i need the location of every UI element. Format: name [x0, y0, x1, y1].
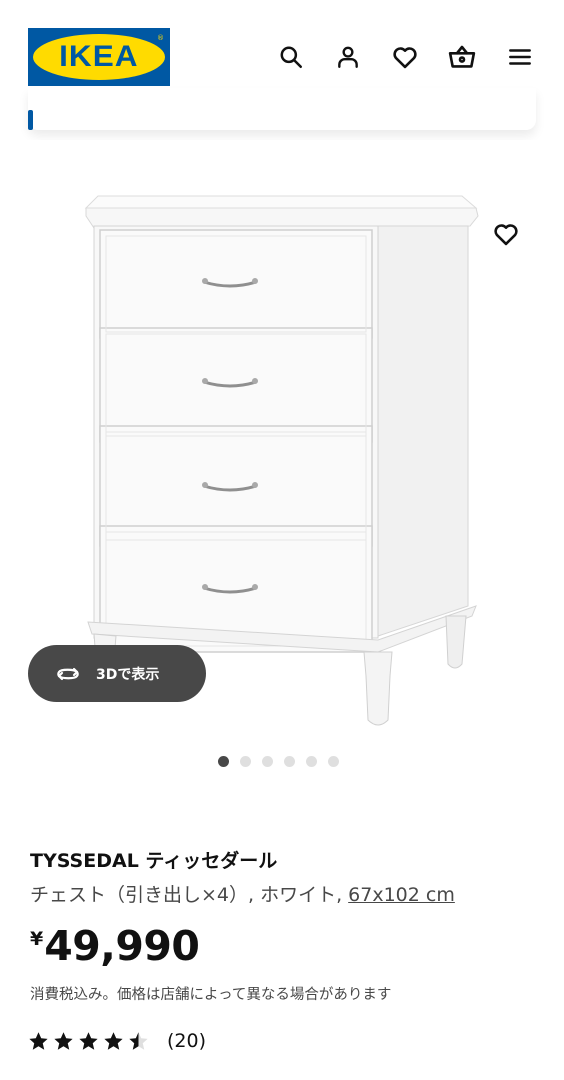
product-size-link[interactable]: 67x102 cm — [348, 884, 455, 906]
carousel-dot[interactable] — [218, 756, 229, 767]
half-star-icon — [129, 1032, 148, 1050]
product-rating[interactable]: (20) — [28, 1030, 206, 1052]
star-icon — [104, 1032, 123, 1050]
product-description-text: チェスト（引き出し×4）, ホワイト, — [30, 884, 349, 906]
view-3d-button[interactable]: 3Dで表示 — [28, 645, 206, 702]
carousel-dot[interactable] — [328, 756, 339, 767]
star-icon — [29, 1032, 48, 1050]
tax-note: 消費税込み。価格は店舗によって異なる場合があります — [30, 987, 392, 1003]
product-name: TYSSEDAL ティッセダール — [30, 850, 278, 872]
product-price: ¥ 49,990 — [30, 922, 200, 970]
carousel-dot[interactable] — [306, 756, 317, 767]
search-bar-accent — [28, 110, 33, 130]
carousel-dots — [218, 756, 339, 767]
star-icon — [79, 1032, 98, 1050]
search-bar[interactable] — [28, 88, 536, 130]
wishlist-button[interactable] — [486, 214, 526, 254]
heart-icon — [494, 224, 518, 246]
heart-icon[interactable] — [388, 40, 422, 74]
carousel-dot[interactable] — [284, 756, 295, 767]
search-icon[interactable] — [274, 40, 308, 74]
basket-icon[interactable] — [445, 40, 479, 74]
logo-text: IKEA — [59, 40, 139, 73]
view-3d-label: 3Dで表示 — [96, 666, 160, 683]
rating-stars — [28, 1031, 149, 1051]
registered-mark: ® — [157, 34, 164, 42]
menu-icon[interactable] — [503, 40, 537, 74]
account-icon[interactable] — [331, 40, 365, 74]
star-icon — [54, 1032, 73, 1050]
carousel-dot[interactable] — [240, 756, 251, 767]
product-description: チェスト（引き出し×4）, ホワイト, 67x102 cm — [30, 880, 455, 907]
rotate-360-icon — [57, 667, 79, 680]
price-currency: ¥ — [30, 928, 44, 950]
review-count: (20) — [167, 1030, 207, 1052]
carousel-dot[interactable] — [262, 756, 273, 767]
logo-ellipse: IKEA — [33, 34, 165, 80]
ikea-logo[interactable]: IKEA ® — [28, 28, 170, 86]
price-value: 49,990 — [44, 922, 200, 970]
